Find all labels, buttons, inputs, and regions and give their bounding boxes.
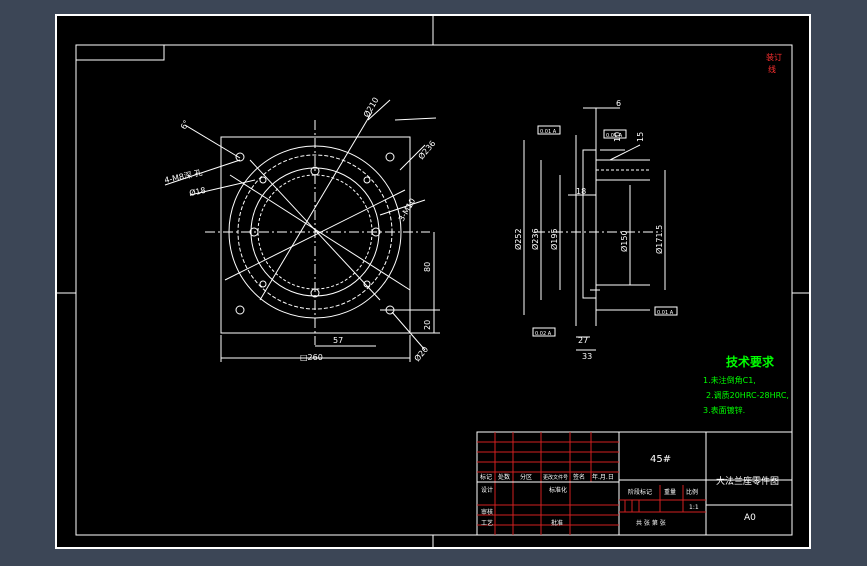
tb-sheet: 共 张 第 张 <box>636 519 666 527</box>
dim-20: 20 <box>423 320 432 330</box>
tb-scale: 1:1 <box>689 504 699 511</box>
tol-frame-1-text: 0.01 A <box>540 129 557 135</box>
tol-frame-4-text: 0.01 A <box>657 310 674 316</box>
drawing-canvas[interactable]: 装订 线 Ø210 Ø236 6° 4-M8深 孔 Ø18 3-M10 80 2… <box>0 0 867 562</box>
tech-req-item-1: 1.未注倒角C1, <box>703 375 756 385</box>
dim-d171: Ø171.5 <box>654 225 664 254</box>
tb-label-count: 处数 <box>498 473 510 481</box>
tb-approve: 批准 <box>551 519 563 527</box>
tb-design: 设计 <box>481 486 493 494</box>
tb-weight: 重量 <box>664 488 676 496</box>
dim-15: 15 <box>636 132 645 142</box>
dim-10: 10 <box>613 132 622 142</box>
tb-ratio: 比例 <box>686 488 698 496</box>
dim-d150: Ø150 <box>619 230 629 252</box>
tb-stage-mark: 阶段标记 <box>628 488 652 496</box>
dim-260: □260 <box>300 353 323 362</box>
dim-6: 6 <box>616 99 621 108</box>
dim-d195: Ø195 <box>549 228 559 250</box>
tb-part-name: 大法兰座零件图 <box>716 475 779 487</box>
tb-label-date: 年.月.日 <box>592 473 614 481</box>
tb-standardize: 标准化 <box>549 486 567 494</box>
tb-label-mark: 标记 <box>480 473 492 481</box>
tech-req-item-2: 2.调质20HRC-28HRC, <box>706 390 789 400</box>
paper-sheet <box>55 14 811 549</box>
tb-label-sign: 签名 <box>573 473 585 481</box>
tb-material: 45# <box>650 454 671 465</box>
tol-frame-3-text: 0.02 A <box>535 331 552 337</box>
dim-80: 80 <box>423 262 432 272</box>
tb-label-zone: 分区 <box>520 473 532 481</box>
tech-req-item-3: 3.表面镀锌. <box>703 405 745 415</box>
top-right-mark-2: 线 <box>768 64 776 74</box>
tb-size: A0 <box>744 513 756 523</box>
dim-57: 57 <box>333 336 343 345</box>
tb-review: 审核 <box>481 508 493 516</box>
tb-process: 工艺 <box>481 519 493 527</box>
dim-18: 18 <box>576 187 586 196</box>
tb-label-docno: 更改文件号 <box>543 474 568 481</box>
top-right-mark: 装订 <box>766 52 782 62</box>
dim-27: 27 <box>578 336 588 345</box>
tech-req-title: 技术要求 <box>726 354 775 369</box>
dim-d236s: Ø236 <box>530 228 540 250</box>
cad-viewport[interactable]: 装订 线 Ø210 Ø236 6° 4-M8深 孔 Ø18 3-M10 80 2… <box>0 0 867 562</box>
dim-33: 33 <box>582 352 592 361</box>
dim-d252: Ø252 <box>513 228 523 250</box>
